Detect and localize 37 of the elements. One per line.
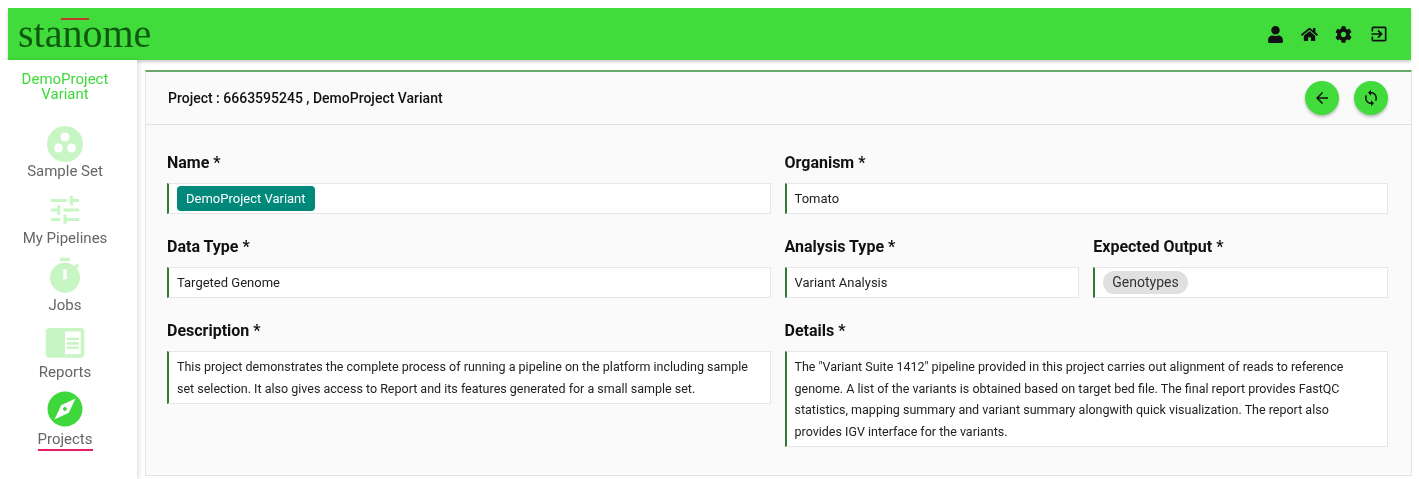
sidebar-item[interactable]: My Pipelines [22,229,108,250]
field-value: Tomato [794,189,840,208]
field-value: Targeted Genome [177,273,280,292]
field-label: Expected Output * [1093,236,1225,258]
project-name: DemoProject Variant [20,72,110,102]
user-icon[interactable] [1267,25,1284,43]
input-field[interactable]: Targeted Genome [167,267,771,298]
output-tag: Genotypes [1103,271,1188,294]
card-title: Project : 6663595245 , DemoProject Variant [168,88,443,108]
field-value: Variant Analysis [794,273,888,292]
field-label: Analysis Type * [784,236,897,258]
back-button[interactable] [1305,81,1339,115]
text-area[interactable] [784,351,1388,447]
field-label: Details * [784,320,847,342]
circles-icon [47,126,83,162]
sidebar-item[interactable]: Reports [38,363,92,384]
field-label: Description * [167,320,262,342]
sidebar-item[interactable]: Projects [37,430,93,451]
field-label: Data Type * [167,236,251,258]
home-icon[interactable] [1301,25,1318,43]
input-field[interactable]: DemoProject Variant [167,183,771,214]
input-field[interactable]: Tomato [784,183,1388,214]
field-value: The "Variant Suite 1412" pipeline provided in this project carries out alignment of reads to reference genome. A list of the variants is obtained based on target bed file. The final report provides FastQC statistics, mapping summary and variant summary alongwith quick visualization. The report also provides IGV interface for the variants. [794,358,1345,441]
refresh-button[interactable] [1354,81,1388,115]
sidebar-item[interactable]: Sample Set [27,162,103,183]
input-field[interactable]: Genotypes [1093,267,1388,298]
field-label: Name * [167,152,222,174]
field-label: Organism * [784,152,867,174]
sidebar-item[interactable]: Jobs [48,296,82,317]
settings-icon[interactable] [1335,25,1352,43]
name-chip: DemoProject Variant [177,185,315,212]
field-value: This project demonstrates the complete process of running a pipeline on the platform including sample set selection. It also gives access to Report and its features generated for a small sample set. [177,358,749,398]
text-area[interactable]: This project demonstrates the complete process of running a pipeline on the platform including sample set selection. It also gives access to Report and its features generated for a small sample set. [167,351,771,404]
logo: stanome [18,11,152,56]
refresh-icon [1362,89,1380,107]
exit-icon[interactable] [1369,24,1389,44]
input-field[interactable]: Variant Analysis [784,267,1080,298]
